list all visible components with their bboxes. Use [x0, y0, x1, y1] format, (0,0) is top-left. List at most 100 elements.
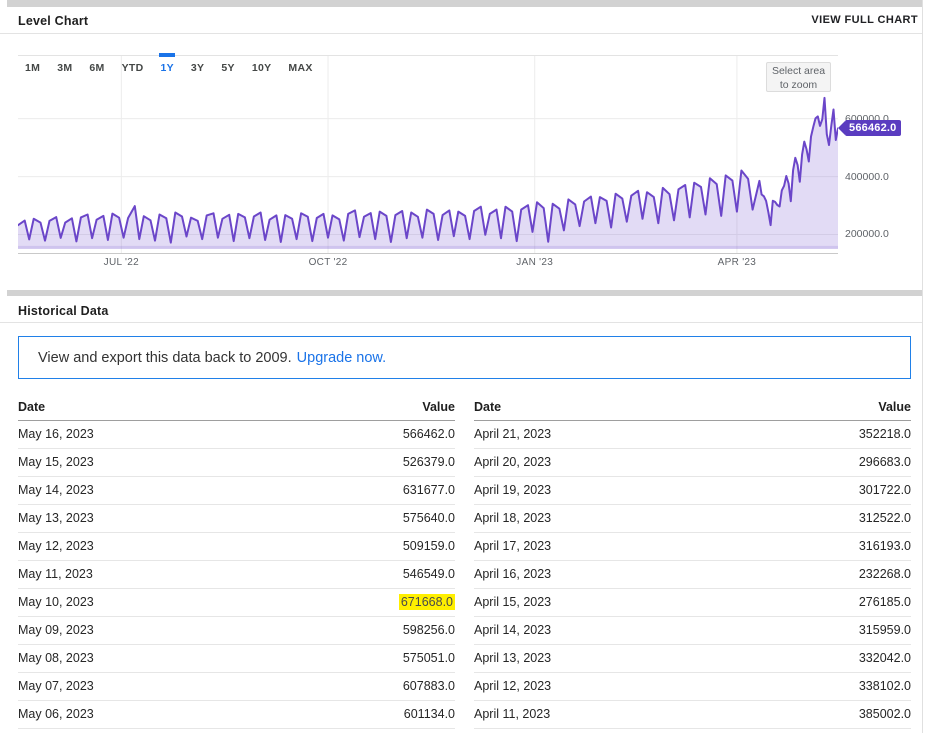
chart-plot-area[interactable] [18, 55, 838, 253]
view-full-chart-link[interactable]: VIEW FULL CHART [811, 14, 918, 26]
row-value: 352218.0 [693, 420, 912, 448]
column-header-value: Value [237, 394, 456, 420]
range-button-3m[interactable]: 3M [57, 62, 72, 75]
table-row: May 06, 2023601134.0 [18, 700, 455, 728]
row-value: 276185.0 [693, 588, 912, 616]
table-row: April 21, 2023352218.0 [474, 420, 911, 448]
data-table-right: DateValueApril 21, 2023352218.0April 20,… [474, 394, 911, 729]
range-button-10y[interactable]: 10Y [252, 62, 272, 75]
upgrade-link[interactable]: Upgrade now. [297, 350, 386, 366]
row-date: April 14, 2023 [474, 616, 693, 644]
row-date: May 16, 2023 [18, 420, 237, 448]
value-badge-arrow [838, 121, 845, 135]
row-date: April 19, 2023 [474, 476, 693, 504]
row-date: April 20, 2023 [474, 448, 693, 476]
row-value: 575051.0 [237, 644, 456, 672]
x-axis-line [18, 253, 838, 254]
row-date: May 14, 2023 [18, 476, 237, 504]
zoom-hint: Select area to zoom [766, 62, 831, 92]
row-value: 607883.0 [237, 672, 456, 700]
table-row: May 07, 2023607883.0 [18, 672, 455, 700]
table-row: April 16, 2023232268.0 [474, 560, 911, 588]
table-row: April 20, 2023296683.0 [474, 448, 911, 476]
level-chart-title: Level Chart [18, 14, 88, 28]
table-row: April 19, 2023301722.0 [474, 476, 911, 504]
table-row: April 15, 2023276185.0 [474, 588, 911, 616]
table-header-row: DateValue [18, 394, 455, 420]
section-divider [0, 322, 922, 323]
row-value: 509159.0 [237, 532, 456, 560]
table-row: May 10, 2023671668.0 [18, 588, 455, 616]
row-date: May 08, 2023 [18, 644, 237, 672]
row-value: 301722.0 [693, 476, 912, 504]
column-header-date: Date [18, 394, 237, 420]
table-row: April 18, 2023312522.0 [474, 504, 911, 532]
row-date: May 07, 2023 [18, 672, 237, 700]
row-value: 546549.0 [237, 560, 456, 588]
table-row: May 11, 2023546549.0 [18, 560, 455, 588]
row-date: April 16, 2023 [474, 560, 693, 588]
banner-text: View and export this data back to 2009. [38, 350, 292, 366]
row-value: 631677.0 [237, 476, 456, 504]
y-axis-label: 200000.0 [845, 228, 889, 240]
range-button-6m[interactable]: 6M [89, 62, 104, 75]
range-button-3y[interactable]: 3Y [191, 62, 204, 75]
table-row: May 09, 2023598256.0 [18, 616, 455, 644]
zoom-hint-line2: to zoom [767, 78, 830, 92]
x-axis-label: APR '23 [718, 257, 756, 268]
table-row: April 17, 2023316193.0 [474, 532, 911, 560]
page-right-border [922, 0, 923, 733]
range-button-ytd[interactable]: YTD [122, 62, 144, 75]
row-date: April 11, 2023 [474, 700, 693, 728]
level-chart-svg[interactable] [18, 55, 838, 253]
top-separator [7, 0, 922, 7]
row-date: May 09, 2023 [18, 616, 237, 644]
row-value: 232268.0 [693, 560, 912, 588]
row-date: April 12, 2023 [474, 672, 693, 700]
row-date: May 15, 2023 [18, 448, 237, 476]
range-button-1y[interactable]: 1Y [160, 62, 173, 75]
table-row: April 12, 2023338102.0 [474, 672, 911, 700]
range-button-max[interactable]: MAX [288, 62, 312, 75]
x-axis-label: JAN '23 [516, 257, 553, 268]
row-value: 601134.0 [237, 700, 456, 728]
row-date: May 10, 2023 [18, 588, 237, 616]
baseline-band [18, 246, 838, 249]
upgrade-banner: View and export this data back to 2009. … [18, 336, 911, 379]
x-axis-label: JUL '22 [104, 257, 139, 268]
section-divider [0, 33, 922, 34]
row-date: April 13, 2023 [474, 644, 693, 672]
row-value: 312522.0 [693, 504, 912, 532]
row-value: 575640.0 [237, 504, 456, 532]
table-header-row: DateValue [474, 394, 911, 420]
row-value: 332042.0 [693, 644, 912, 672]
value-badge-label: 566462.0 [845, 120, 901, 136]
row-date: April 17, 2023 [474, 532, 693, 560]
table-row: May 13, 2023575640.0 [18, 504, 455, 532]
x-axis-label: OCT '22 [309, 257, 348, 268]
row-date: May 11, 2023 [18, 560, 237, 588]
table-row: May 15, 2023526379.0 [18, 448, 455, 476]
row-value: 566462.0 [237, 420, 456, 448]
historical-data-title: Historical Data [18, 304, 109, 318]
row-value: 296683.0 [693, 448, 912, 476]
row-value: 526379.0 [237, 448, 456, 476]
table-row: April 13, 2023332042.0 [474, 644, 911, 672]
table-row: May 16, 2023566462.0 [18, 420, 455, 448]
column-header-value: Value [693, 394, 912, 420]
table-row: May 12, 2023509159.0 [18, 532, 455, 560]
row-date: May 13, 2023 [18, 504, 237, 532]
row-date: May 06, 2023 [18, 700, 237, 728]
row-date: April 15, 2023 [474, 588, 693, 616]
column-header-date: Date [474, 394, 693, 420]
current-value-badge: 566462.0 [838, 120, 901, 136]
row-value: 598256.0 [237, 616, 456, 644]
table-row: April 11, 2023385002.0 [474, 700, 911, 728]
y-axis-label: 400000.0 [845, 171, 889, 183]
row-date: April 18, 2023 [474, 504, 693, 532]
page-container: Level Chart VIEW FULL CHART 1M 3M 6M YTD 1Y 3… [0, 0, 929, 733]
row-value-highlighted: 671668.0 [237, 588, 456, 616]
range-button-5y[interactable]: 5Y [221, 62, 234, 75]
historical-tables: DateValueMay 16, 2023566462.0May 15, 202… [18, 394, 911, 729]
range-button-1m[interactable]: 1M [25, 62, 40, 75]
